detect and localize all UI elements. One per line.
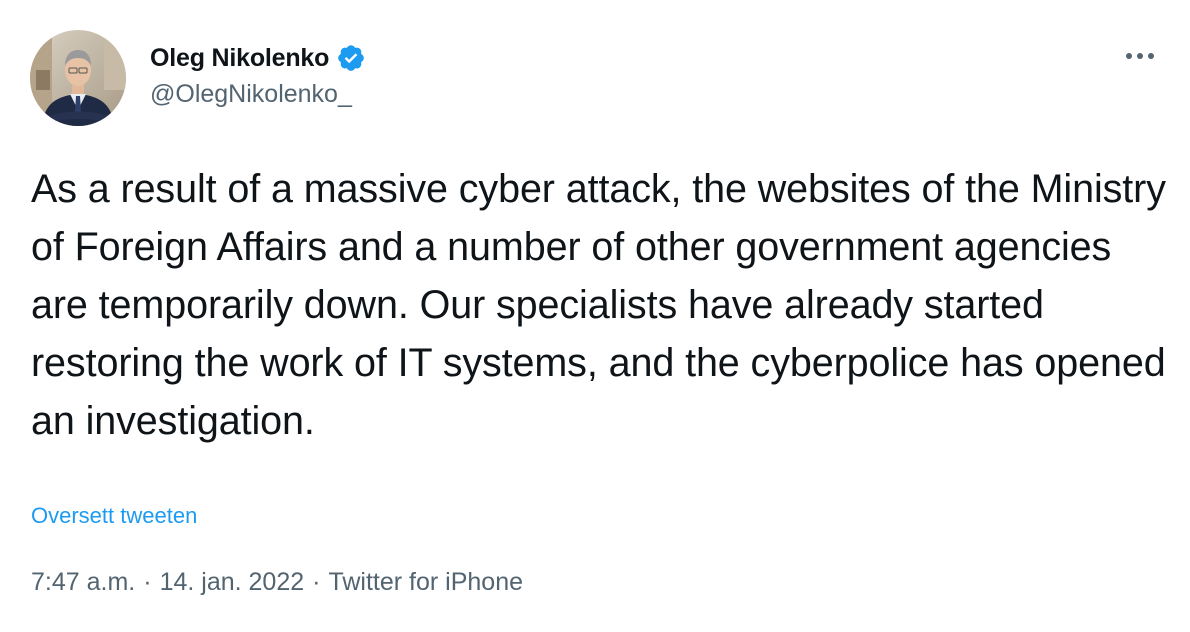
meta-separator: ·: [143, 568, 152, 596]
tweet-date[interactable]: 14. jan. 2022: [160, 568, 305, 597]
tweet-source[interactable]: Twitter for iPhone: [328, 568, 523, 597]
avatar[interactable]: [30, 30, 126, 126]
more-options-icon[interactable]: [1122, 38, 1158, 74]
avatar-photo: [30, 30, 126, 126]
author-handle[interactable]: @OlegNikolenko_: [150, 80, 352, 109]
author-display-name[interactable]: Oleg Nikolenko: [150, 44, 329, 73]
tweet-text: As a result of a massive cyber attack, t…: [31, 167, 1166, 443]
translate-tweet-link[interactable]: Oversett tweeten: [31, 503, 197, 529]
meta-separator: ·: [312, 568, 321, 596]
verified-badge-icon: [336, 43, 366, 73]
tweet-time[interactable]: 7:47 a.m.: [31, 568, 135, 597]
author-name-row: Oleg Nikolenko: [150, 40, 366, 76]
tweet-metadata: 7:47 a.m. · 14. jan. 2022 · Twitter for …: [31, 568, 523, 597]
